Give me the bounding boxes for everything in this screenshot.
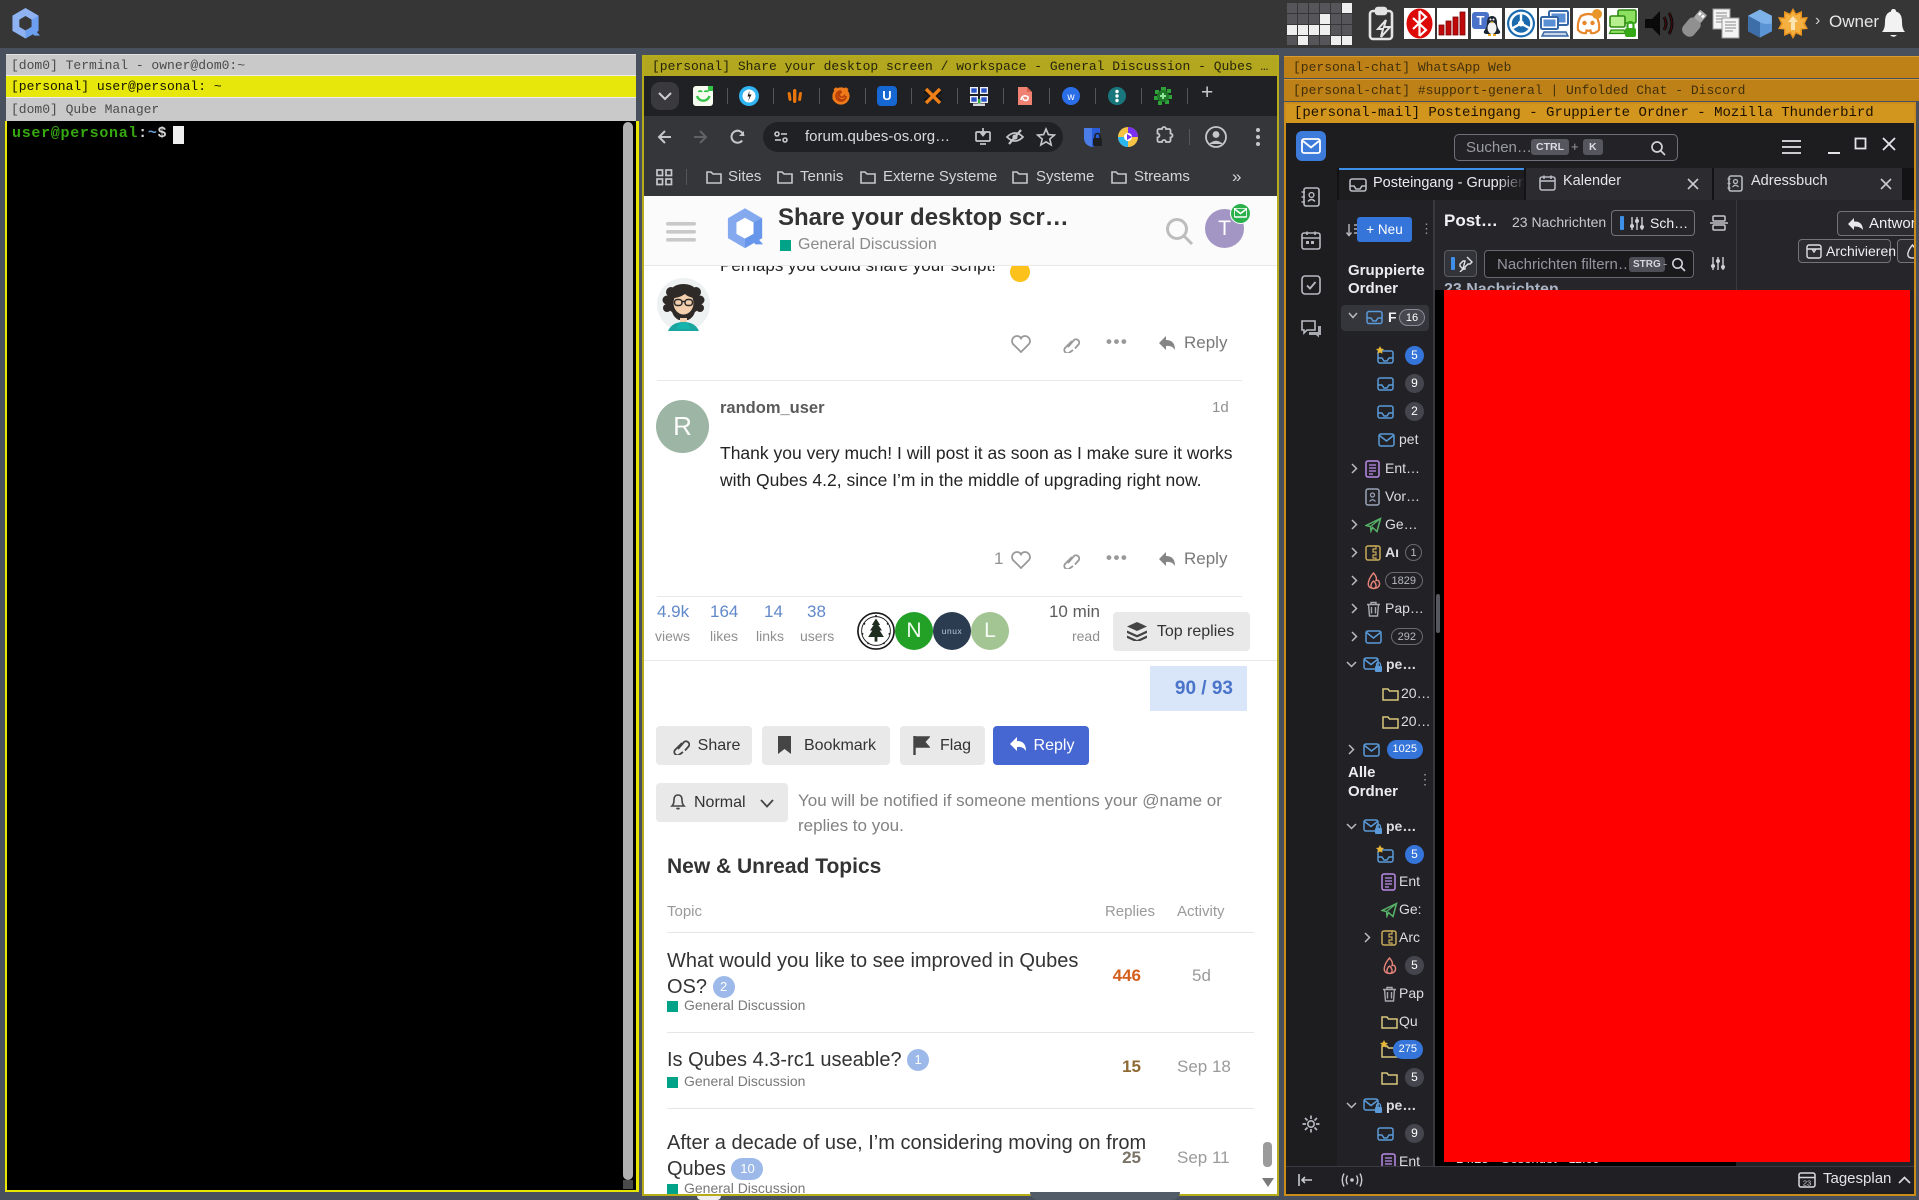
svg-text:w: w (1066, 92, 1075, 103)
svg-text:T: T (1477, 13, 1485, 28)
svg-text:23: 23 (1803, 1179, 1811, 1188)
